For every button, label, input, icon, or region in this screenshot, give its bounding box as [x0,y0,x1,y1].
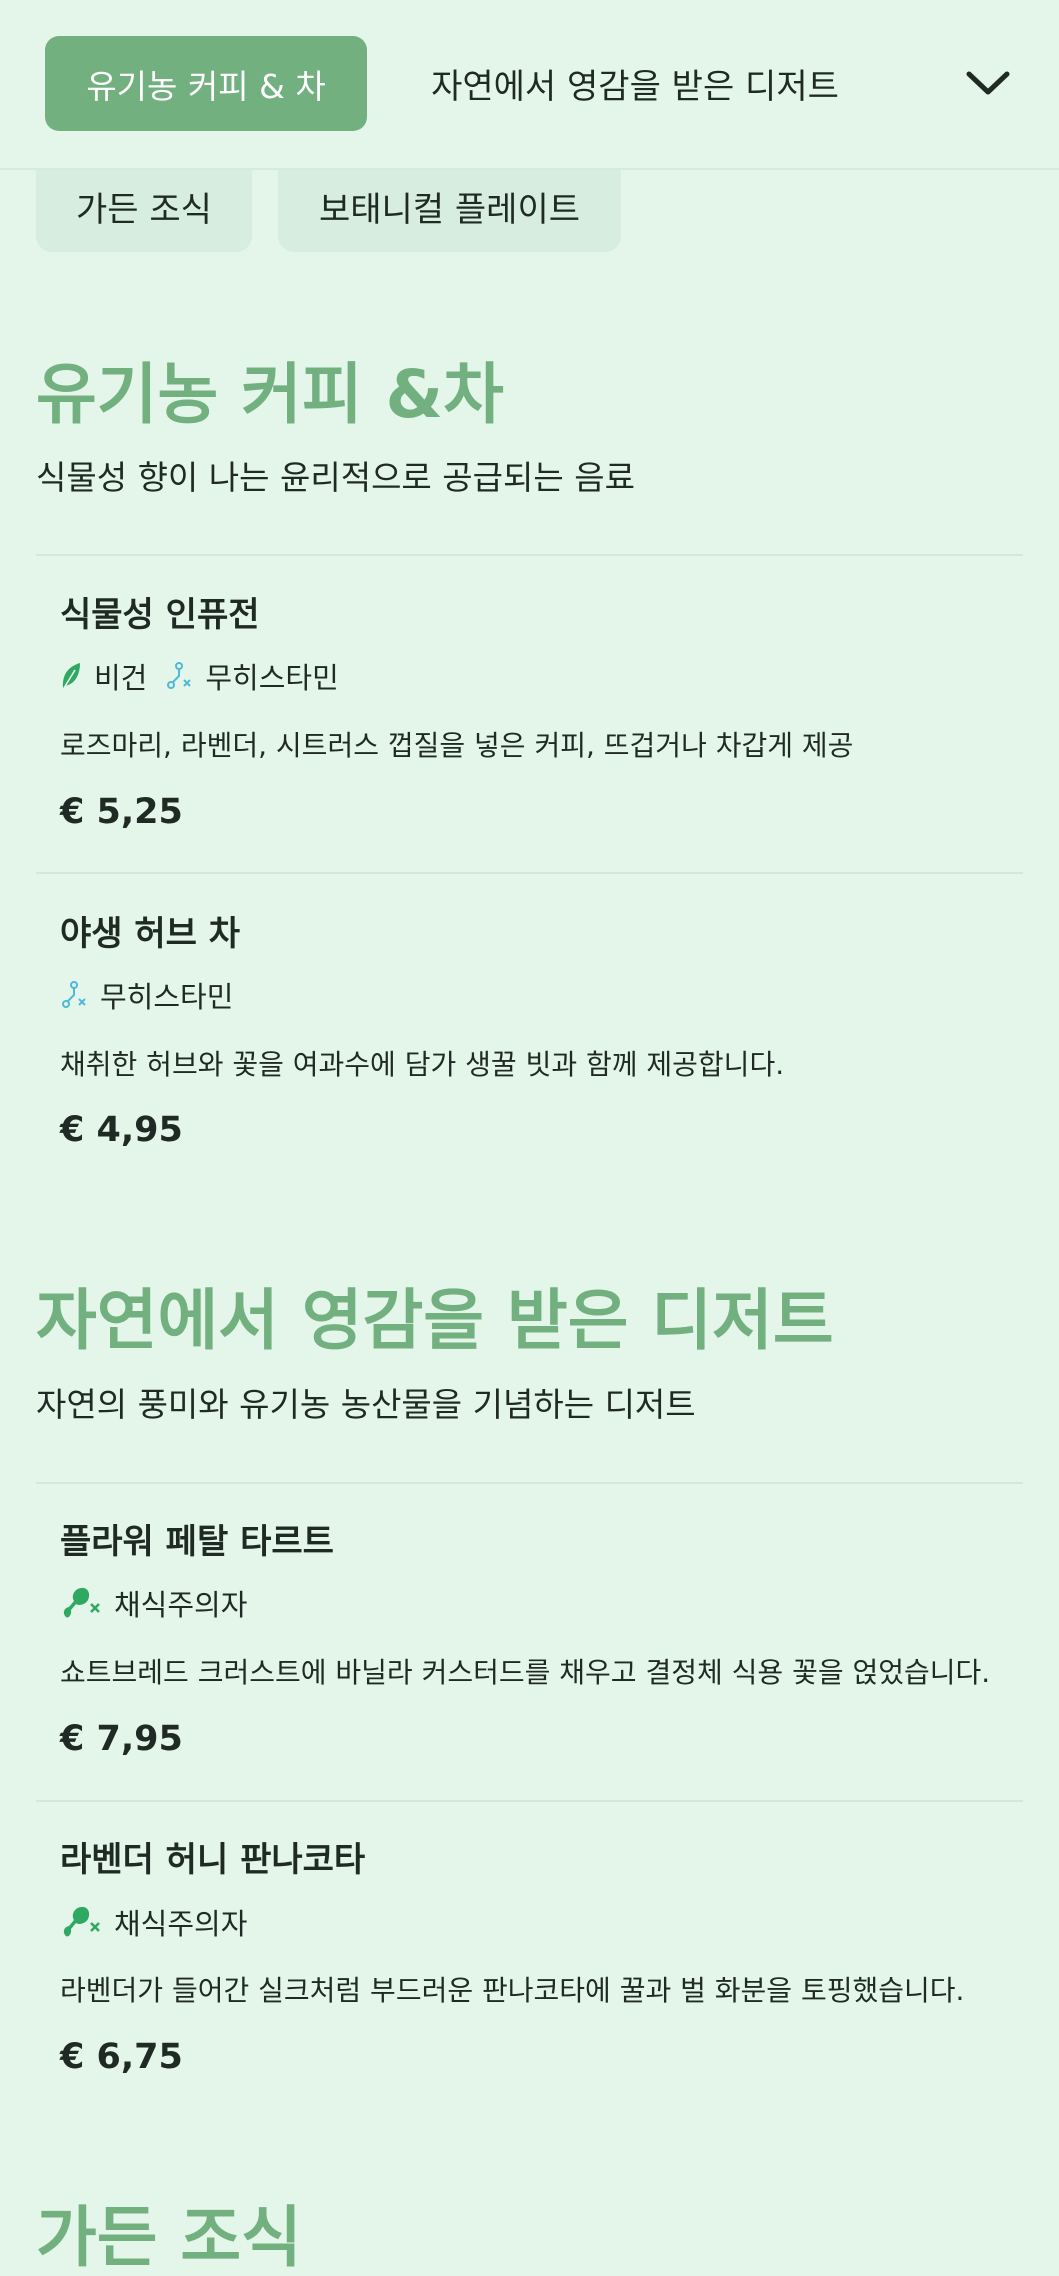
chip-garden-breakfast[interactable]: 가든 조식 [36,160,252,252]
histamine-free-icon [167,662,192,689]
section-subtitle-desserts: 자연의 풍미와 유기농 농산물을 기념하는 디저트 [36,1385,696,1424]
tag-vegan: 비건 [60,655,147,697]
menu-item-tags: 비건 무히스타민 [60,656,357,696]
menu-item-tags: 채식주의자 [60,1583,265,1623]
no-meat-icon [63,1587,100,1618]
tag-vegetarian: 채식주의자 [60,1582,247,1624]
menu-item-description: 라벤더가 들어간 실크처럼 부드러운 판나코타에 꿀과 벌 화분을 토핑했습니다… [60,1974,965,2007]
menu-item-price: € 5,25 [60,792,183,832]
tag-histamine-free: 무히스타민 [165,655,339,697]
tab-organic-coffee-tea[interactable]: 유기농 커피 & 차 [45,36,367,131]
histamine-free-icon [62,981,86,1008]
section-title-coffee-tea: 유기농 커피 &차 [36,356,504,433]
menu-item-price: € 4,95 [60,1110,183,1150]
chip-botanical-plate[interactable]: 보태니컬 플레이트 [278,160,621,252]
category-nav: 유기농 커피 & 차 자연에서 영감을 받은 디저트 [0,0,1059,170]
menu-item-tags: 채식주의자 [60,1902,265,1942]
menu-item-price: € 7,95 [60,1719,183,1759]
chevron-down-icon[interactable] [960,58,1016,108]
menu-item-tags: 무히스타민 [60,975,251,1015]
menu-item-description: 쇼트브레드 크러스트에 바닐라 커스터드를 채우고 결정체 식용 꽃을 얹었습니… [60,1656,991,1689]
section-title-garden-breakfast: 가든 조식 [36,2199,302,2276]
divider [36,554,1023,556]
tag-vegetarian: 채식주의자 [60,1901,247,1943]
tag-histamine-free: 무히스타민 [60,974,233,1016]
menu-item-name: 식물성 인퓨전 [60,595,260,635]
menu-item-name: 플라워 페탈 타르트 [60,1522,334,1562]
menu-item-name: 야생 허브 차 [60,914,241,954]
divider [36,1800,1023,1802]
section-subtitle-coffee-tea: 식물성 향이 나는 윤리적으로 공급되는 음료 [36,458,635,497]
section-title-desserts: 자연에서 영감을 받은 디저트 [36,1282,834,1359]
menu-item-name: 라벤더 허니 판나코타 [60,1840,366,1880]
tab-nature-desserts[interactable]: 자연에서 영감을 받은 디저트 [380,36,890,131]
leaf-icon [62,663,80,689]
menu-item-price: € 6,75 [60,2037,183,2077]
menu-item-description: 로즈마리, 라벤더, 시트러스 껍질을 넣은 커피, 뜨겁거나 차갑게 제공 [60,729,854,762]
divider [36,1482,1023,1484]
divider [36,872,1023,874]
no-meat-icon [63,1906,100,1937]
menu-item-description: 채취한 허브와 꽃을 여과수에 담가 생꿀 빗과 함께 제공합니다. [60,1048,785,1081]
